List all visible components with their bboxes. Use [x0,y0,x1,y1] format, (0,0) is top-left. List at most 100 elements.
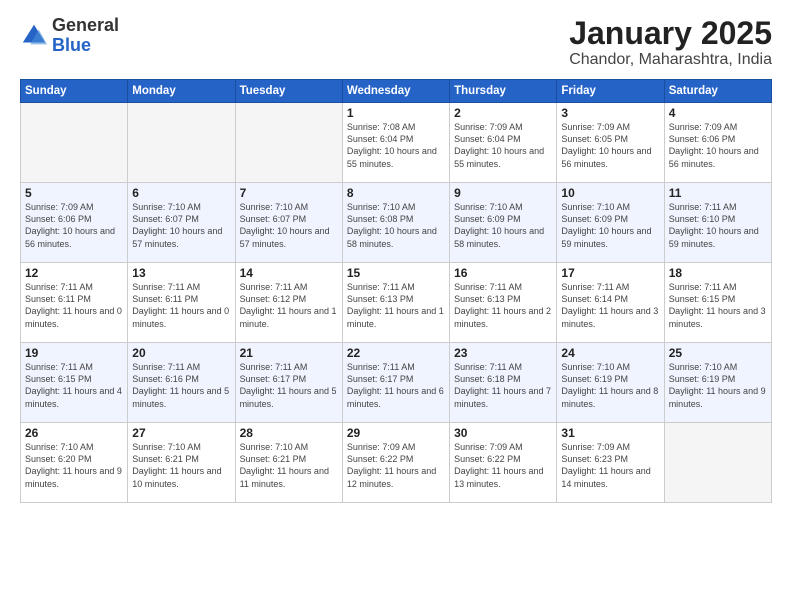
day-number: 21 [240,346,338,360]
day-info: Sunrise: 7:10 AM Sunset: 6:09 PM Dayligh… [561,201,659,250]
day-info: Sunrise: 7:09 AM Sunset: 6:22 PM Dayligh… [347,441,445,490]
calendar-day-cell: 26Sunrise: 7:10 AM Sunset: 6:20 PM Dayli… [21,423,128,503]
day-info: Sunrise: 7:09 AM Sunset: 6:22 PM Dayligh… [454,441,552,490]
day-info: Sunrise: 7:11 AM Sunset: 6:11 PM Dayligh… [25,281,123,330]
day-info: Sunrise: 7:10 AM Sunset: 6:08 PM Dayligh… [347,201,445,250]
calendar-day-cell: 11Sunrise: 7:11 AM Sunset: 6:10 PM Dayli… [664,183,771,263]
day-number: 13 [132,266,230,280]
day-info: Sunrise: 7:10 AM Sunset: 6:21 PM Dayligh… [132,441,230,490]
calendar-day-cell [128,103,235,183]
calendar-day-cell: 23Sunrise: 7:11 AM Sunset: 6:18 PM Dayli… [450,343,557,423]
calendar-title: January 2025 [569,16,772,51]
calendar-day-cell: 6Sunrise: 7:10 AM Sunset: 6:07 PM Daylig… [128,183,235,263]
day-number: 19 [25,346,123,360]
day-info: Sunrise: 7:10 AM Sunset: 6:07 PM Dayligh… [132,201,230,250]
day-header-thursday: Thursday [450,80,557,103]
day-header-monday: Monday [128,80,235,103]
day-number: 23 [454,346,552,360]
calendar-day-cell: 15Sunrise: 7:11 AM Sunset: 6:13 PM Dayli… [342,263,449,343]
calendar-day-cell: 25Sunrise: 7:10 AM Sunset: 6:19 PM Dayli… [664,343,771,423]
calendar-day-cell [235,103,342,183]
day-info: Sunrise: 7:11 AM Sunset: 6:12 PM Dayligh… [240,281,338,330]
day-info: Sunrise: 7:11 AM Sunset: 6:10 PM Dayligh… [669,201,767,250]
day-info: Sunrise: 7:11 AM Sunset: 6:16 PM Dayligh… [132,361,230,410]
calendar-day-cell: 30Sunrise: 7:09 AM Sunset: 6:22 PM Dayli… [450,423,557,503]
day-info: Sunrise: 7:11 AM Sunset: 6:14 PM Dayligh… [561,281,659,330]
day-info: Sunrise: 7:10 AM Sunset: 6:21 PM Dayligh… [240,441,338,490]
day-header-sunday: Sunday [21,80,128,103]
day-number: 18 [669,266,767,280]
day-info: Sunrise: 7:10 AM Sunset: 6:19 PM Dayligh… [669,361,767,410]
calendar-day-cell: 14Sunrise: 7:11 AM Sunset: 6:12 PM Dayli… [235,263,342,343]
day-info: Sunrise: 7:10 AM Sunset: 6:20 PM Dayligh… [25,441,123,490]
day-number: 29 [347,426,445,440]
day-number: 15 [347,266,445,280]
day-number: 1 [347,106,445,120]
logo-icon [20,22,48,50]
day-number: 30 [454,426,552,440]
calendar-week-row: 5Sunrise: 7:09 AM Sunset: 6:06 PM Daylig… [21,183,772,263]
day-number: 3 [561,106,659,120]
logo-general: General [52,15,119,35]
calendar-day-cell: 29Sunrise: 7:09 AM Sunset: 6:22 PM Dayli… [342,423,449,503]
calendar-day-cell: 5Sunrise: 7:09 AM Sunset: 6:06 PM Daylig… [21,183,128,263]
calendar-day-cell: 22Sunrise: 7:11 AM Sunset: 6:17 PM Dayli… [342,343,449,423]
calendar-day-cell: 17Sunrise: 7:11 AM Sunset: 6:14 PM Dayli… [557,263,664,343]
day-number: 27 [132,426,230,440]
calendar-day-cell: 18Sunrise: 7:11 AM Sunset: 6:15 PM Dayli… [664,263,771,343]
calendar-day-cell: 24Sunrise: 7:10 AM Sunset: 6:19 PM Dayli… [557,343,664,423]
day-info: Sunrise: 7:11 AM Sunset: 6:18 PM Dayligh… [454,361,552,410]
day-number: 24 [561,346,659,360]
day-number: 8 [347,186,445,200]
calendar-day-cell: 19Sunrise: 7:11 AM Sunset: 6:15 PM Dayli… [21,343,128,423]
day-info: Sunrise: 7:10 AM Sunset: 6:09 PM Dayligh… [454,201,552,250]
logo: General Blue [20,16,119,56]
day-number: 2 [454,106,552,120]
calendar-day-cell [664,423,771,503]
day-info: Sunrise: 7:11 AM Sunset: 6:15 PM Dayligh… [25,361,123,410]
day-number: 16 [454,266,552,280]
day-info: Sunrise: 7:11 AM Sunset: 6:13 PM Dayligh… [454,281,552,330]
logo-blue: Blue [52,35,91,55]
page: General Blue January 2025 Chandor, Mahar… [0,0,792,612]
day-info: Sunrise: 7:11 AM Sunset: 6:13 PM Dayligh… [347,281,445,330]
calendar-day-cell: 1Sunrise: 7:08 AM Sunset: 6:04 PM Daylig… [342,103,449,183]
calendar-subtitle: Chandor, Maharashtra, India [569,51,772,69]
day-number: 6 [132,186,230,200]
calendar-day-cell: 21Sunrise: 7:11 AM Sunset: 6:17 PM Dayli… [235,343,342,423]
day-header-friday: Friday [557,80,664,103]
day-number: 7 [240,186,338,200]
calendar-day-cell: 31Sunrise: 7:09 AM Sunset: 6:23 PM Dayli… [557,423,664,503]
calendar-day-cell: 13Sunrise: 7:11 AM Sunset: 6:11 PM Dayli… [128,263,235,343]
day-number: 26 [25,426,123,440]
day-number: 9 [454,186,552,200]
day-number: 20 [132,346,230,360]
calendar-header-row: SundayMondayTuesdayWednesdayThursdayFrid… [21,80,772,103]
day-number: 25 [669,346,767,360]
calendar-day-cell [21,103,128,183]
day-number: 14 [240,266,338,280]
day-number: 4 [669,106,767,120]
calendar-day-cell: 16Sunrise: 7:11 AM Sunset: 6:13 PM Dayli… [450,263,557,343]
calendar-day-cell: 20Sunrise: 7:11 AM Sunset: 6:16 PM Dayli… [128,343,235,423]
calendar-day-cell: 2Sunrise: 7:09 AM Sunset: 6:04 PM Daylig… [450,103,557,183]
calendar-day-cell: 4Sunrise: 7:09 AM Sunset: 6:06 PM Daylig… [664,103,771,183]
logo-text: General Blue [52,16,119,56]
calendar-day-cell: 8Sunrise: 7:10 AM Sunset: 6:08 PM Daylig… [342,183,449,263]
day-info: Sunrise: 7:08 AM Sunset: 6:04 PM Dayligh… [347,121,445,170]
day-info: Sunrise: 7:11 AM Sunset: 6:17 PM Dayligh… [240,361,338,410]
calendar-day-cell: 27Sunrise: 7:10 AM Sunset: 6:21 PM Dayli… [128,423,235,503]
calendar-day-cell: 28Sunrise: 7:10 AM Sunset: 6:21 PM Dayli… [235,423,342,503]
calendar-day-cell: 3Sunrise: 7:09 AM Sunset: 6:05 PM Daylig… [557,103,664,183]
day-number: 28 [240,426,338,440]
calendar-day-cell: 12Sunrise: 7:11 AM Sunset: 6:11 PM Dayli… [21,263,128,343]
day-number: 5 [25,186,123,200]
day-number: 17 [561,266,659,280]
day-info: Sunrise: 7:11 AM Sunset: 6:17 PM Dayligh… [347,361,445,410]
day-header-saturday: Saturday [664,80,771,103]
calendar-week-row: 26Sunrise: 7:10 AM Sunset: 6:20 PM Dayli… [21,423,772,503]
day-number: 12 [25,266,123,280]
day-header-tuesday: Tuesday [235,80,342,103]
calendar-table: SundayMondayTuesdayWednesdayThursdayFrid… [20,79,772,503]
day-info: Sunrise: 7:09 AM Sunset: 6:23 PM Dayligh… [561,441,659,490]
